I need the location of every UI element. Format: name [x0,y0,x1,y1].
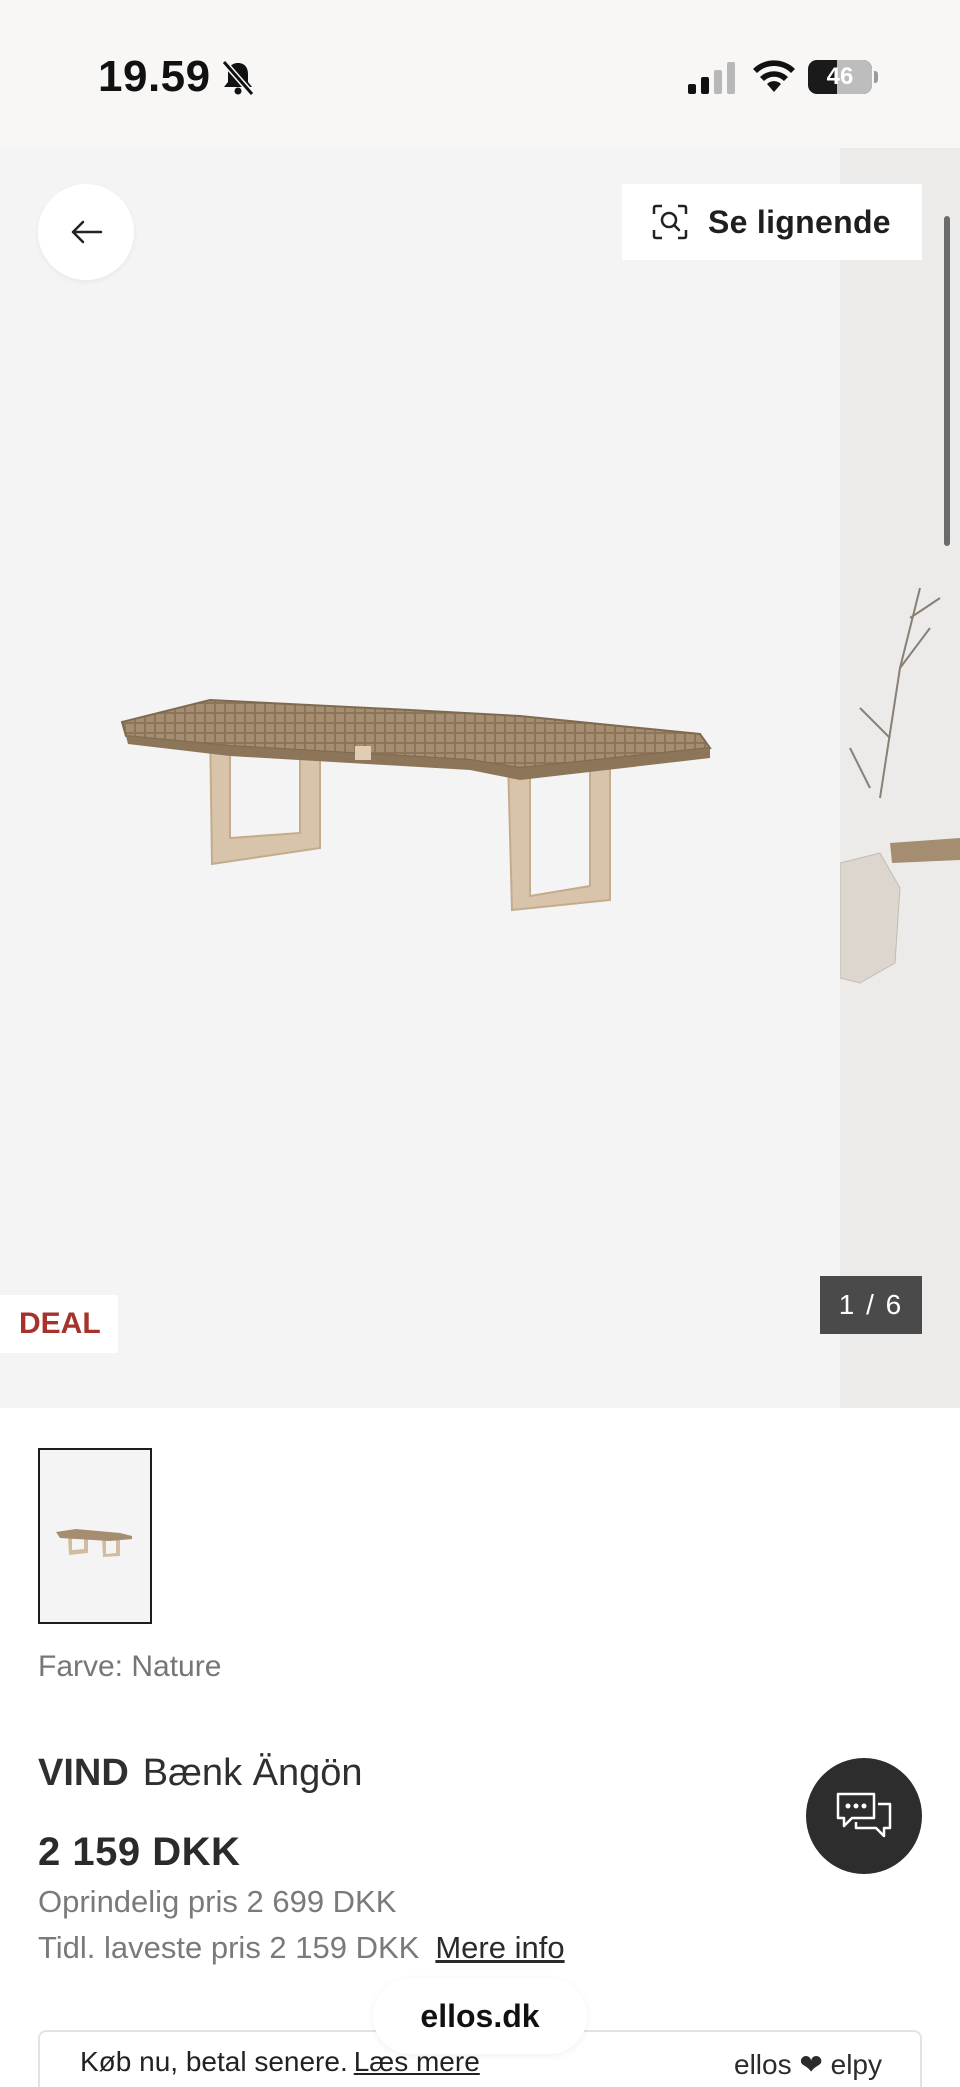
color-thumbnail-nature[interactable] [38,1448,152,1624]
product-image[interactable] [0,148,840,1408]
deal-badge: DEAL [0,1295,118,1353]
product-price: 2 159 DKK [38,1830,241,1874]
back-button[interactable] [38,184,134,280]
battery-icon: 46 [808,60,878,94]
next-product-image-preview[interactable] [839,148,960,1408]
more-info-link[interactable]: Mere info [435,1930,564,1965]
bench-image [120,698,712,912]
ellos-elpy-logo: ellos ❤ elpy [734,2049,882,2080]
room-image [839,148,960,1408]
status-time: 19.59 [98,52,211,101]
visual-search-icon [652,204,688,240]
see-similar-button[interactable]: Se lignende [622,184,922,260]
arrow-left-icon [71,220,103,244]
cellular-signal-icon [688,62,735,94]
color-label: Farve: Nature [38,1650,222,1683]
browser-domain-pill[interactable]: ellos.dk [373,1978,587,2054]
product-name: Bænk Ängön [142,1752,363,1794]
lowest-price-row: Tidl. laveste pris 2 159 DKK Mere info [38,1930,565,1966]
chat-bubbles-icon [836,1792,892,1838]
pay-later-label: Køb nu, betal senere. [80,2046,348,2077]
wifi-icon [753,60,795,92]
chat-button[interactable] [806,1758,922,1874]
battery-level: 46 [826,63,854,90]
thumbnail-image [56,1529,132,1557]
see-similar-label: Se lignende [708,203,891,240]
bell-muted-icon [221,60,255,96]
status-bar: 19.59 46 [0,0,960,148]
image-page-counter: 1 / 6 [820,1276,922,1334]
product-title: VIND Bænk Ängön [38,1752,363,1795]
lowest-price: Tidl. laveste pris 2 159 DKK [38,1930,420,1965]
product-image-gallery[interactable]: Se lignende DEAL 1 / 6 [0,148,960,1408]
original-price: Oprindelig pris 2 699 DKK [38,1884,397,1919]
brand-name[interactable]: VIND [38,1752,129,1794]
scrollbar[interactable] [944,216,950,546]
